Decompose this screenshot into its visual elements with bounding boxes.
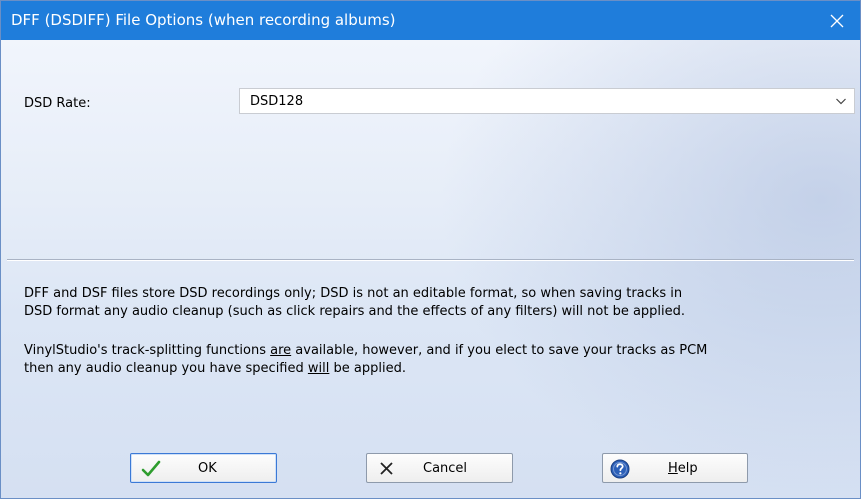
dsd-rate-label: DSD Rate: <box>24 96 91 111</box>
emphasis-will: will <box>307 361 330 376</box>
help-button[interactable]: Help <box>602 453 748 483</box>
close-icon <box>830 14 844 27</box>
title-bar[interactable]: DFF (DSDIFF) File Options (when recordin… <box>1 1 860 40</box>
dsd-rate-value: DSD128 <box>250 94 304 109</box>
info-line: DSD format any audio cleanup (such as cl… <box>24 304 686 319</box>
info-line: VinylStudio's track-splitting functions … <box>24 342 844 360</box>
x-icon <box>380 462 393 475</box>
close-button[interactable] <box>814 1 860 40</box>
checkmark-icon <box>141 460 161 477</box>
ok-label: OK <box>198 461 217 476</box>
help-question-icon <box>610 459 630 479</box>
help-label-rest: elp <box>677 461 698 476</box>
cancel-label: Cancel <box>423 461 468 476</box>
emphasis-are: are <box>270 343 292 358</box>
info-text: then any audio cleanup you have specifie… <box>24 361 308 376</box>
info-text: VinylStudio's track-splitting functions <box>24 343 271 358</box>
dialog-window: DFF (DSDIFF) File Options (when recordin… <box>0 0 861 499</box>
divider <box>7 259 854 261</box>
dialog-content: DSD Rate: DSD128 DFF and DSF files store… <box>1 40 860 498</box>
info-paragraph-2: VinylStudio's track-splitting functions … <box>24 342 844 378</box>
info-line: then any audio cleanup you have specifie… <box>24 360 844 378</box>
info-text: be applied. <box>329 361 406 376</box>
info-line: DFF and DSF files store DSD recordings o… <box>24 286 683 301</box>
info-text: available, however, and if you elect to … <box>291 343 708 358</box>
window-title: DFF (DSDIFF) File Options (when recordin… <box>11 11 396 29</box>
dsd-rate-select[interactable]: DSD128 <box>239 88 855 114</box>
cancel-button[interactable]: Cancel <box>366 453 513 483</box>
help-label: Help <box>668 461 698 476</box>
chevron-down-icon <box>836 98 846 105</box>
help-mnemonic: H <box>668 461 678 476</box>
info-paragraph-1: DFF and DSF files store DSD recordings o… <box>24 285 844 321</box>
ok-button[interactable]: OK <box>130 453 277 483</box>
